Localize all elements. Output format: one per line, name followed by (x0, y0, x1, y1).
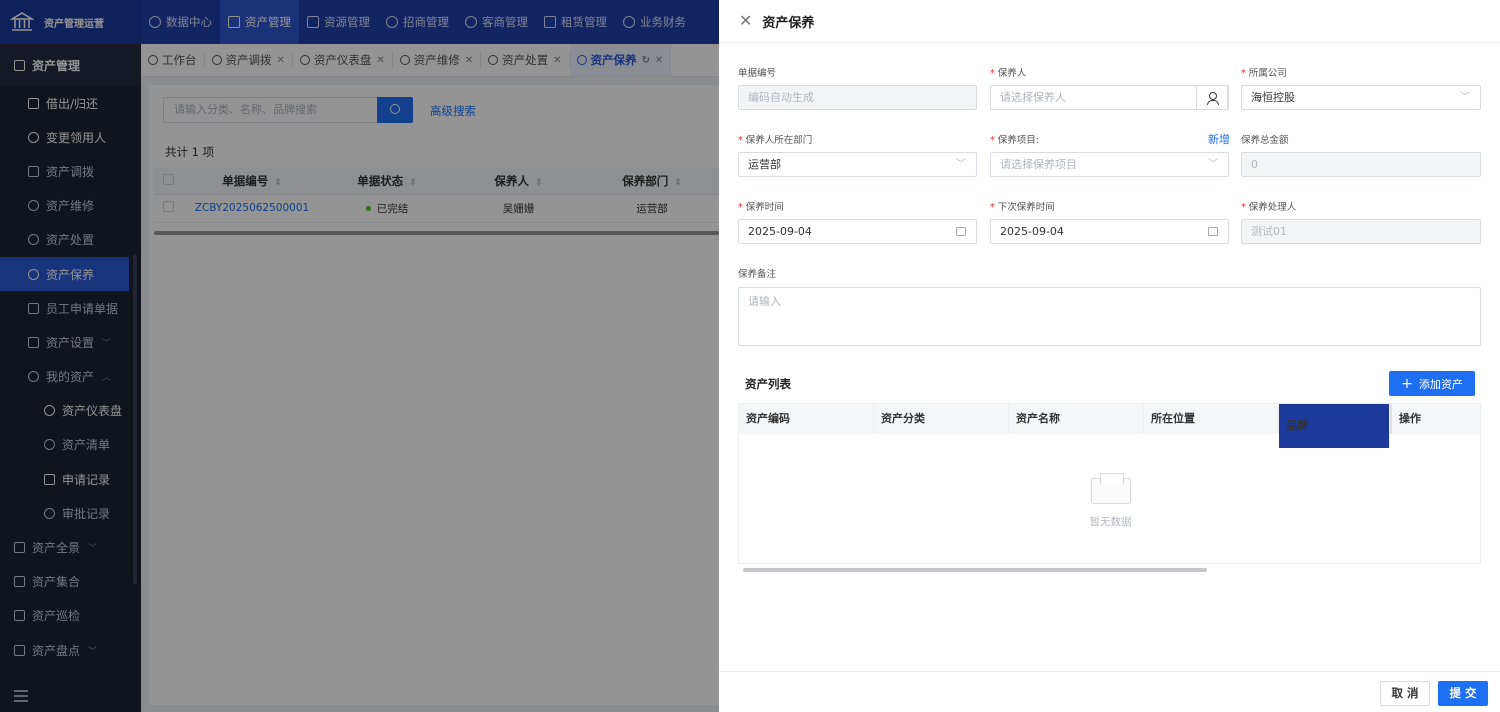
required-mark: * (1241, 202, 1246, 213)
button-label: 添加资产 (1418, 377, 1463, 391)
placeholder-text: 请选择保养人 (1000, 91, 1066, 104)
time-label: * 保养时间 (738, 199, 784, 213)
asset-table: 资产编码 资产分类 资产名称 所在位置 品牌 操作 暂无数据 (738, 403, 1482, 572)
drawer-header: ✕ 资产保养 (719, 0, 1500, 43)
required-mark: * (990, 68, 995, 79)
column-header: 所在位置 (1144, 404, 1279, 434)
project-label: * 保养项目: (990, 132, 1039, 146)
required-mark: * (738, 135, 743, 146)
dept-select[interactable]: 运营部 ﹀ (738, 152, 977, 177)
empty-text: 暂无数据 (1089, 516, 1132, 528)
company-label: * 所属公司 (1241, 65, 1287, 79)
empty-box-icon (1090, 473, 1131, 504)
maintainer-input[interactable]: 请选择保养人 (990, 85, 1229, 110)
maintenance-date-picker[interactable]: 2025-09-04 (738, 219, 977, 244)
label-text: 保养处理人 (1248, 202, 1297, 213)
label-text: 所属公司 (1248, 68, 1287, 79)
maintenance-drawer: ✕ 资产保养 单据编号 编码自动生成 * 保养人 请选择保养人 * 所属公司 海恒控… (719, 0, 1500, 712)
modal-mask[interactable] (0, 0, 719, 712)
asset-table-header: 资产编码 资产分类 资产名称 所在位置 品牌 操作 (739, 404, 1480, 448)
company-select[interactable]: 海恒控股 ﹀ (1241, 85, 1481, 110)
handler-label: * 保养处理人 (1241, 199, 1296, 213)
remark-textarea[interactable]: 请输入 (738, 287, 1481, 346)
label-text: 保养总金额 (1241, 135, 1289, 146)
asset-list-title: 资产列表 (745, 377, 791, 391)
placeholder-text: 请选择保养项目 (1000, 158, 1077, 171)
project-select[interactable]: 请选择保养项目 ﹀ (990, 152, 1229, 177)
column-header: 资产名称 (1009, 404, 1144, 434)
label-text: 保养人 (997, 68, 1027, 79)
total-amount-field: 0 (1241, 152, 1481, 177)
total-label: 保养总金额 (1241, 132, 1289, 146)
doc-no-field: 编码自动生成 (738, 85, 977, 110)
selected-value: 运营部 (748, 158, 781, 171)
column-header: 资产分类 (874, 404, 1009, 434)
label-text: 单据编号 (738, 68, 777, 79)
required-mark: * (738, 202, 743, 213)
plus-icon: + (1401, 375, 1413, 392)
dept-label: * 保养人所在部门 (738, 132, 812, 146)
maintainer-label: * 保养人 (990, 65, 1026, 79)
required-mark: * (1241, 68, 1246, 79)
handler-field: 测试01 (1241, 219, 1481, 244)
required-mark: * (990, 135, 995, 146)
asset-table-scrollbar[interactable] (743, 568, 1207, 572)
chevron-down-icon: ﹀ (1208, 159, 1218, 170)
remark-label: 保养备注 (738, 269, 777, 280)
label-text: 下次保养时间 (997, 202, 1055, 213)
calendar-icon (1208, 227, 1218, 236)
label-text: 保养时间 (745, 202, 784, 213)
drawer-title: 资产保养 (762, 15, 815, 31)
add-asset-button[interactable]: + 添加资产 (1389, 371, 1475, 396)
required-mark: * (990, 202, 995, 213)
column-header: 资产编码 (739, 404, 874, 434)
chevron-down-icon: ﹀ (956, 159, 966, 170)
chevron-down-icon: ﹀ (1460, 92, 1470, 103)
calendar-icon (956, 227, 966, 236)
user-select-icon[interactable] (1196, 85, 1228, 110)
empty-state: 暂无数据 (739, 473, 1482, 529)
drawer-footer: 取 消 提 交 (719, 671, 1500, 712)
label-text: 保养人所在部门 (745, 135, 813, 146)
cancel-button[interactable]: 取 消 (1380, 681, 1430, 706)
add-project-link[interactable]: 新增 (1208, 131, 1230, 147)
selected-value: 海恒控股 (1251, 91, 1295, 104)
doc-no-label: 单据编号 (738, 65, 776, 79)
next-date-picker[interactable]: 2025-09-04 (990, 219, 1229, 244)
close-icon[interactable]: ✕ (739, 13, 752, 29)
next-time-label: * 下次保养时间 (990, 199, 1055, 213)
date-value: 2025-09-04 (1000, 225, 1064, 238)
column-header: 操作 (1390, 404, 1480, 434)
label-text: 保养项目: (997, 135, 1039, 146)
submit-button[interactable]: 提 交 (1438, 681, 1488, 706)
column-header: 品牌 (1279, 404, 1390, 448)
date-value: 2025-09-04 (748, 225, 812, 238)
